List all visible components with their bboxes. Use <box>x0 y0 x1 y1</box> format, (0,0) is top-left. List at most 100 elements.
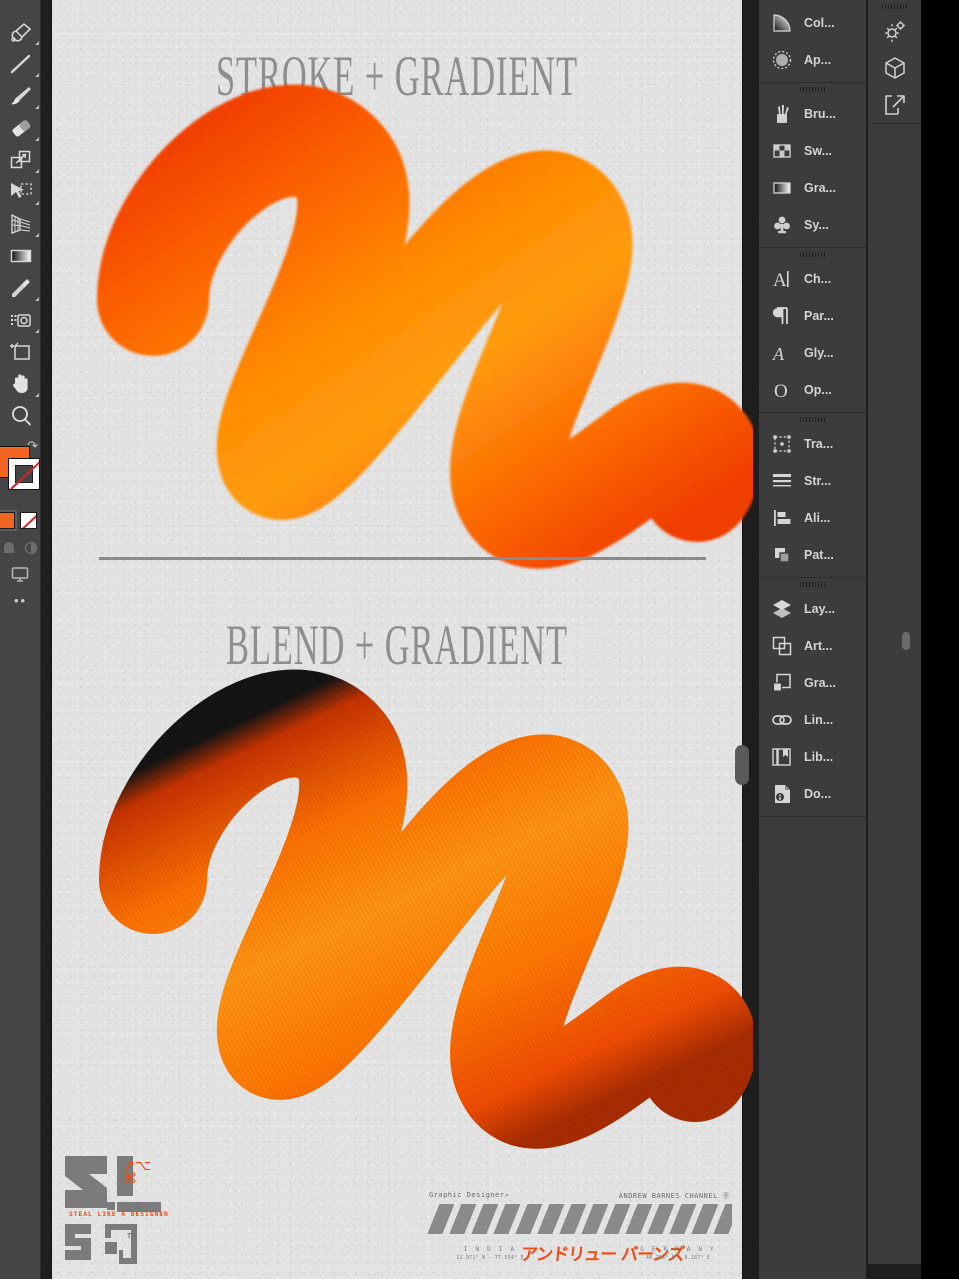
artboard[interactable]: STROKE + GRADIENT BLEND + GRADIENT STEAL… <box>52 0 753 1279</box>
export-icon <box>884 94 905 115</box>
paintbrush-tool[interactable] <box>0 80 41 112</box>
align-panel[interactable]: Ali... <box>759 499 866 536</box>
appearance-panel[interactable]: Ap... <box>759 41 866 78</box>
svg-text:O: O <box>774 381 788 402</box>
tools-panel: ↷ •• <box>0 0 41 1279</box>
tool-flyout-corner <box>35 41 39 45</box>
logo-cmd-glyphs: ↗⌥ ⌘ <box>123 1158 151 1187</box>
artboards-panel-label: Art... <box>804 638 833 653</box>
brushes-panel[interactable]: Bru... <box>759 95 866 132</box>
document-info-panel[interactable]: Do... <box>759 775 866 812</box>
utility-grip[interactable] <box>868 0 921 12</box>
libraries-icon <box>770 745 794 769</box>
stroke-icon <box>770 469 794 493</box>
color-mode-color[interactable] <box>0 510 17 531</box>
color-mode-none[interactable] <box>20 512 37 529</box>
transform-panel[interactable]: Tra... <box>759 425 866 462</box>
group-transform: Tra... Str... Ali... Pat... <box>759 413 866 578</box>
brushes-icon <box>770 102 794 126</box>
hand-tool[interactable] <box>0 368 41 400</box>
dock-outer-background <box>921 0 959 1279</box>
paragraph-panel[interactable]: Par... <box>759 297 866 334</box>
free-transform-tool[interactable] <box>0 176 41 208</box>
character-panel[interactable]: A Ch... <box>759 260 866 297</box>
dock-collapse-handle[interactable] <box>902 632 910 650</box>
gradient-panel-label: Gra... <box>804 180 836 195</box>
info-geo-right-name: G E R M A N Y <box>640 1246 716 1253</box>
artwork-swirl-stroke-gradient[interactable] <box>97 84 753 569</box>
draw-normal-icon[interactable] <box>2 540 18 555</box>
layers-panel[interactable]: Lay... <box>759 590 866 627</box>
group-type: A Ch... Par... A Gly... O Op... <box>759 248 866 413</box>
stroke-panel[interactable]: Str... <box>759 462 866 499</box>
utility-section <box>868 0 921 124</box>
links-panel[interactable]: Lin... <box>759 701 866 738</box>
opentype-panel-label: Op... <box>804 382 832 397</box>
cube-icon <box>884 56 905 79</box>
gradient-icon <box>770 176 794 200</box>
zoom-tool[interactable] <box>0 400 41 432</box>
glyphs-panel[interactable]: A Gly... <box>759 334 866 371</box>
gradient-panel[interactable]: Gra... <box>759 169 866 206</box>
info-left-label: Graphic Designer↗ <box>429 1191 510 1199</box>
transform-icon <box>770 432 794 456</box>
pen-tool[interactable] <box>0 16 41 48</box>
color-panel-label: Col... <box>804 15 835 30</box>
artwork-divider-rule <box>99 557 706 560</box>
properties-gear-panel[interactable] <box>868 12 921 49</box>
edit-toolbar-button[interactable]: •• <box>0 590 41 610</box>
pathfinder-panel[interactable]: Pat... <box>759 536 866 573</box>
group-type-grip[interactable] <box>759 248 866 260</box>
tool-flyout-corner <box>35 137 39 141</box>
opentype-icon: O <box>770 378 794 402</box>
none-slash-icon <box>21 513 36 528</box>
pathfinder-panel-label: Pat... <box>804 547 834 562</box>
right-dock: Col... Ap... Bru... Sw... Gra... Sy... A Ch... P… <box>753 0 959 1279</box>
tool-flyout-corner <box>35 105 39 109</box>
eyedropper-tool[interactable] <box>0 272 41 304</box>
group-transform-grip[interactable] <box>759 413 866 425</box>
tool-flyout-corner <box>35 329 39 333</box>
gradient-tool[interactable] <box>0 240 41 272</box>
group-layers-grip[interactable] <box>759 578 866 590</box>
graphic-styles-panel-label: Gra... <box>804 675 836 690</box>
color-panel[interactable]: Col... <box>759 4 866 41</box>
symbols-panel[interactable]: Sy... <box>759 206 866 243</box>
opentype-panel[interactable]: O Op... <box>759 371 866 408</box>
artwork-info-block: Graphic Designer↗ ANDREW BARNES CHANNEL … <box>427 1191 732 1279</box>
artboard-tool[interactable] <box>0 336 41 368</box>
dock-filler <box>868 124 921 1264</box>
canvas-area[interactable]: STROKE + GRADIENT BLEND + GRADIENT STEAL… <box>41 0 753 1279</box>
shape-builder-tool[interactable] <box>0 144 41 176</box>
eraser-tool[interactable] <box>0 112 41 144</box>
graphic-styles-icon <box>770 671 794 695</box>
artwork-swirl-blend-gradient[interactable] <box>99 669 753 1149</box>
glyphs-icon: A <box>770 341 794 365</box>
links-panel-label: Lin... <box>804 712 834 727</box>
stroke-color-swatch[interactable] <box>8 458 40 490</box>
default-color-controls[interactable] <box>0 510 41 536</box>
graphic-styles-panel[interactable]: Gra... <box>759 664 866 701</box>
draw-inside-icon[interactable] <box>23 540 39 555</box>
document-info-icon <box>770 782 794 806</box>
three-d-panel[interactable] <box>868 49 921 86</box>
logo-trademark: TM <box>127 1232 136 1240</box>
draw-mode-controls[interactable] <box>0 536 41 560</box>
appearance-panel-label: Ap... <box>804 52 832 67</box>
column-graph-tool[interactable] <box>0 304 41 336</box>
line-segment-tool[interactable] <box>0 48 41 80</box>
libraries-panel[interactable]: Lib... <box>759 738 866 775</box>
swatches-panel[interactable]: Sw... <box>759 132 866 169</box>
align-icon <box>770 506 794 530</box>
screen-mode-button[interactable] <box>0 560 41 590</box>
fill-stroke-swatches[interactable]: ↷ <box>0 438 41 510</box>
perspective-grid-tool[interactable] <box>0 208 41 240</box>
info-geo-right-coords: 48.783° N – 9.187° E <box>645 1255 711 1261</box>
export-panel[interactable] <box>868 86 921 123</box>
artboards-icon <box>770 634 794 658</box>
layers-icon <box>770 597 794 621</box>
canvas-collapse-handle[interactable] <box>735 745 749 785</box>
artboards-panel[interactable]: Art... <box>759 627 866 664</box>
group-brushes-grip[interactable] <box>759 83 866 95</box>
artwork-title-blend: BLEND + GRADIENT <box>225 614 569 679</box>
